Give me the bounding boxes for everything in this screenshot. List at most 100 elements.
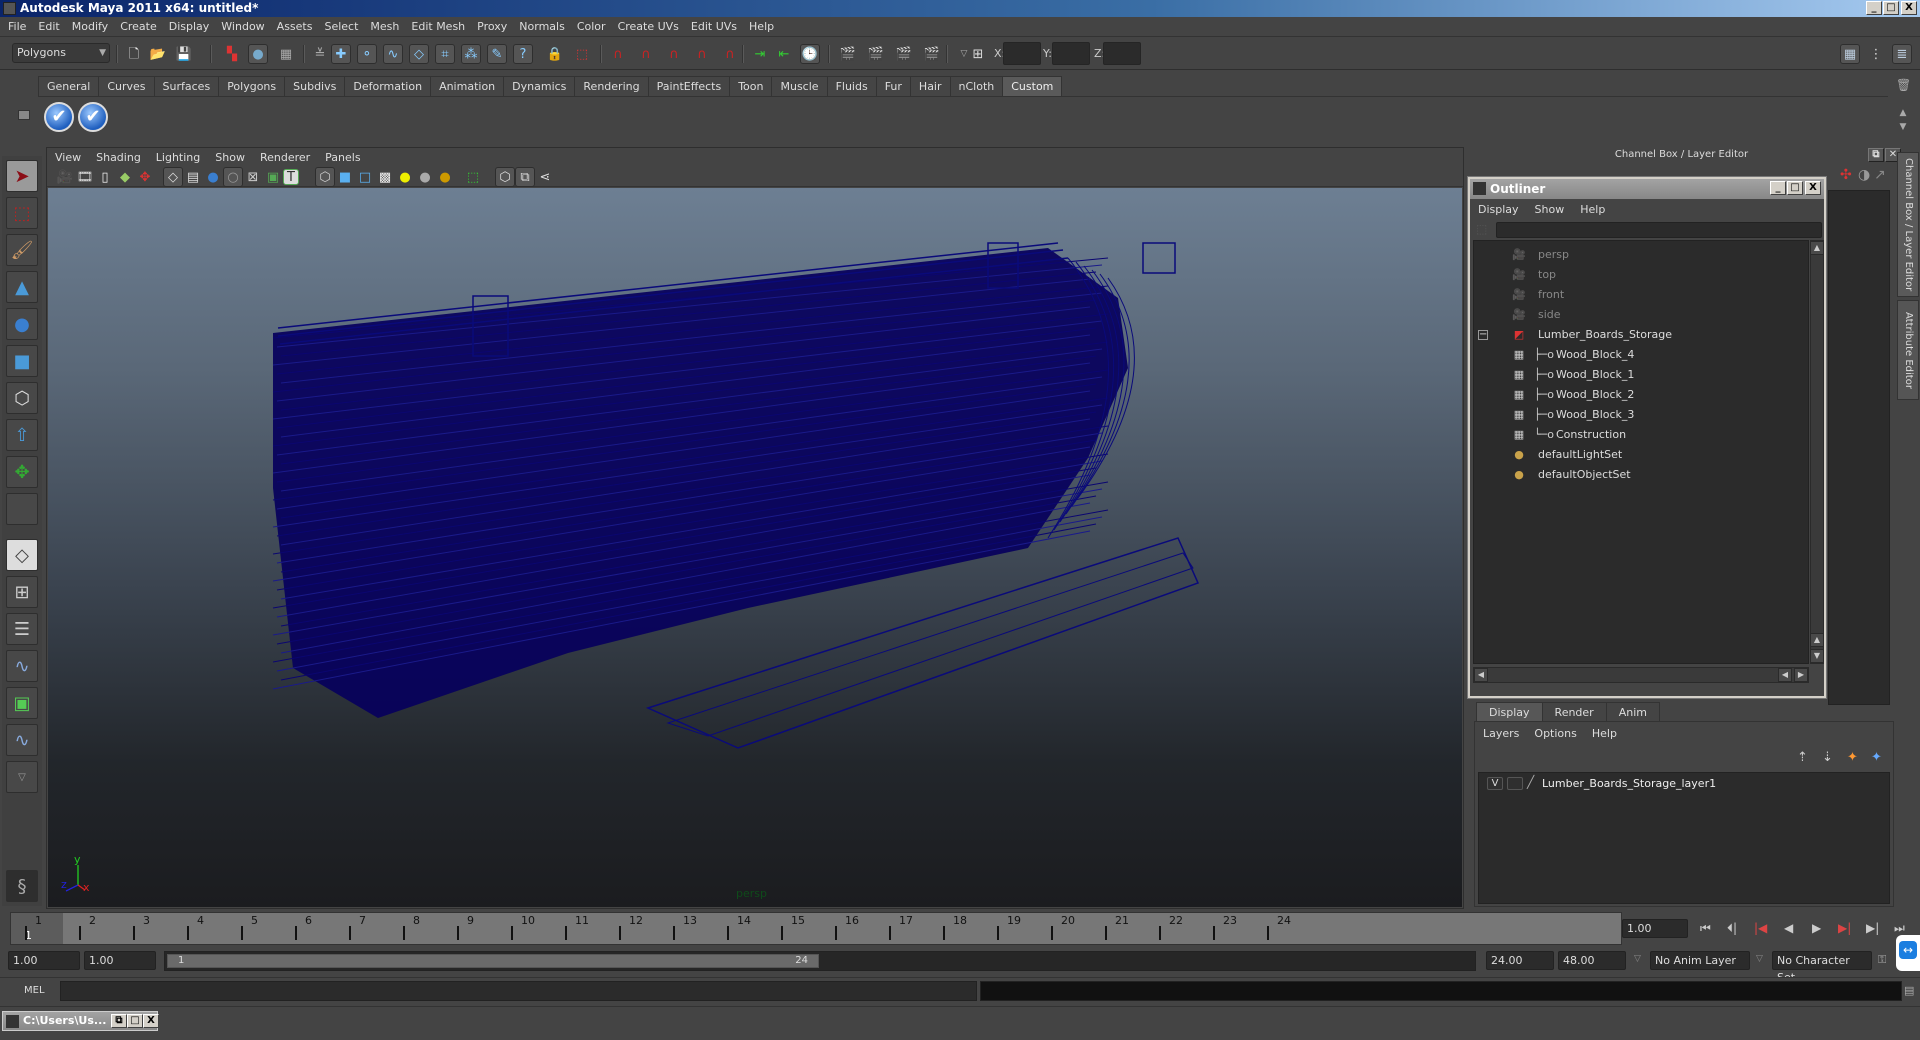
move-layer-down-icon[interactable]: ⇣: [1822, 750, 1833, 765]
y-field[interactable]: [1052, 42, 1090, 65]
output-connections-icon[interactable]: ⇤: [774, 44, 794, 64]
hypershade-persp-layout[interactable]: ▣: [6, 687, 38, 719]
shelf-scroll-down-icon[interactable]: ▼: [1893, 117, 1913, 137]
wireframe-on-shaded-icon[interactable]: □: [355, 167, 375, 187]
layer-name[interactable]: Lumber_Boards_Storage_layer1: [1542, 777, 1716, 790]
xray-icon[interactable]: ⬡: [495, 167, 515, 187]
anim-layer-field[interactable]: No Anim Layer: [1650, 951, 1750, 970]
input-output-icon[interactable]: ⇥: [750, 44, 770, 64]
trash-icon[interactable]: 🗑: [1896, 78, 1911, 94]
shelf-tab-hair[interactable]: Hair: [909, 76, 951, 96]
high-quality-icon[interactable]: ●: [435, 167, 455, 187]
show-tool-settings-icon[interactable]: ⋮: [1866, 44, 1886, 64]
scroll-up-icon[interactable]: ▲: [1810, 241, 1824, 255]
menu-set-dropdown[interactable]: Polygons ▼: [12, 43, 110, 63]
safe-title-icon[interactable]: T: [283, 169, 299, 185]
create-layer-from-selected-icon[interactable]: ✦: [1871, 750, 1882, 765]
persp-graph-hypergraph-layout[interactable]: ∿: [6, 724, 38, 756]
resolution-gate-icon[interactable]: ●: [203, 167, 223, 187]
step-back-frame-icon[interactable]: ⏴|: [1727, 921, 1737, 936]
command-input[interactable]: [60, 981, 977, 1001]
create-empty-layer-icon[interactable]: ✦: [1847, 750, 1858, 765]
tab-render[interactable]: Render: [1541, 702, 1607, 722]
snap-to-surface-icon[interactable]: ✎: [487, 44, 507, 64]
save-scene-icon[interactable]: 💾: [174, 44, 194, 64]
layer-menu-layers[interactable]: Layers: [1483, 727, 1519, 740]
magnet-point-icon[interactable]: ∩: [664, 44, 684, 64]
persp-graph-layout[interactable]: ∿: [6, 650, 38, 682]
viewport-menu-view[interactable]: View: [55, 151, 81, 164]
xray-joints-icon[interactable]: ⧉: [515, 167, 535, 187]
collapse-icon[interactable]: −: [1478, 330, 1488, 340]
outliner-menu-help[interactable]: Help: [1580, 203, 1605, 216]
outliner-horizontal-scrollbar[interactable]: ◀ ◀ ▶: [1473, 667, 1809, 683]
outliner-title-bar[interactable]: Outliner _ □ X: [1470, 179, 1824, 199]
show-manipulator-tool[interactable]: ✥: [6, 456, 38, 488]
shelf-tab-deformation[interactable]: Deformation: [344, 76, 432, 96]
shelf-tab-fluids[interactable]: Fluids: [826, 76, 877, 96]
outliner-item[interactable]: 🎥 top: [1474, 265, 1808, 285]
image-plane-icon[interactable]: ◆: [115, 167, 135, 187]
close-button[interactable]: X: [1901, 1, 1917, 15]
paint-select-tool[interactable]: 🖌: [6, 234, 38, 266]
absolute-transform-icon[interactable]: ⊞: [968, 44, 988, 64]
render-view-icon[interactable]: 🎬: [838, 44, 858, 64]
outliner-item[interactable]: ▦ ├─o Wood_Block_1: [1474, 365, 1808, 385]
snap-to-view-plane-icon[interactable]: ◇: [409, 44, 429, 64]
float-panel-icon[interactable]: ⧉: [1868, 148, 1884, 162]
rotate-tool[interactable]: ●: [6, 308, 38, 340]
shelf-tab-ncloth[interactable]: nCloth: [949, 76, 1004, 96]
isolate-select-icon[interactable]: ⬚: [463, 167, 483, 187]
construction-history-icon[interactable]: ∩: [608, 44, 628, 64]
menu-create-uvs[interactable]: Create UVs: [618, 20, 679, 33]
speed-icon[interactable]: ◑: [1858, 167, 1870, 183]
time-slider[interactable]: 1 1 2 3 4 5 6 7 8 9 10 11 12 13 14 15 16 17 18 19 20 21 22 23 2…: [10, 912, 1622, 945]
current-time-field[interactable]: 1.00: [1622, 919, 1688, 938]
outliner-menu-show[interactable]: Show: [1535, 203, 1565, 216]
select-by-hierarchy-icon[interactable]: ▚: [222, 44, 242, 64]
select-by-component-icon[interactable]: ▦: [276, 44, 296, 64]
make-live-icon[interactable]: ⌗: [435, 44, 455, 64]
select-camera-icon[interactable]: 🎥: [55, 167, 75, 187]
viewport-menu-show[interactable]: Show: [215, 151, 245, 164]
move-tool[interactable]: ▲: [6, 271, 38, 303]
perspective-view[interactable]: y z x persp: [48, 188, 1462, 907]
step-back-key-icon[interactable]: |◀: [1754, 921, 1767, 935]
menu-modify[interactable]: Modify: [72, 20, 108, 33]
auto-key-icon[interactable]: ⚿: [1878, 953, 1886, 967]
outliner-item[interactable]: 🎥 persp: [1474, 245, 1808, 265]
show-attribute-editor-icon[interactable]: ▦: [1840, 44, 1860, 64]
last-tool[interactable]: [6, 493, 38, 525]
maximize-button[interactable]: □: [127, 1014, 143, 1028]
bookmark-icon[interactable]: ▯: [95, 167, 115, 187]
range-slider[interactable]: 1 24: [164, 951, 1476, 971]
shelf-tab-subdivs[interactable]: Subdivs: [284, 76, 346, 96]
go-to-start-icon[interactable]: ⏮: [1700, 921, 1711, 936]
outliner-item[interactable]: ▦ └─o Construction: [1474, 425, 1808, 445]
textured-icon[interactable]: ▩: [375, 167, 395, 187]
menu-edit-uvs[interactable]: Edit UVs: [691, 20, 737, 33]
layer-menu-help[interactable]: Help: [1592, 727, 1617, 740]
shelf-tab-animation[interactable]: Animation: [430, 76, 505, 96]
outliner-minimize-button[interactable]: _: [1770, 181, 1786, 195]
menu-edit-mesh[interactable]: Edit Mesh: [411, 20, 465, 33]
viewport-menu-lighting[interactable]: Lighting: [156, 151, 200, 164]
minimized-window[interactable]: C:\Users\Us... ⧉ □ X: [2, 1011, 159, 1031]
layer-visibility-toggle[interactable]: V: [1487, 777, 1503, 790]
shelf-tab-dynamics[interactable]: Dynamics: [503, 76, 576, 96]
shelf-tab-custom[interactable]: Custom: [1002, 76, 1063, 96]
film-gate-icon[interactable]: ▤: [183, 167, 203, 187]
outliner-item[interactable]: ▦ ├─o Wood_Block_3: [1474, 405, 1808, 425]
four-view-layout[interactable]: ⊞: [6, 576, 38, 608]
scale-tool[interactable]: ■: [6, 345, 38, 377]
step-forward-key-icon[interactable]: ▶|: [1838, 921, 1851, 935]
manipulator-axis-icon[interactable]: ✣: [1840, 167, 1852, 183]
minimize-button[interactable]: _: [1866, 1, 1882, 15]
arrow-icon[interactable]: ↗: [1874, 167, 1886, 183]
ipr-render-icon[interactable]: 🎬: [894, 44, 914, 64]
menu-assets[interactable]: Assets: [277, 20, 313, 33]
tab-display[interactable]: Display: [1476, 702, 1543, 722]
wireframe-icon[interactable]: ⬡: [315, 167, 335, 187]
shelf-tab-muscle[interactable]: Muscle: [771, 76, 828, 96]
menu-normals[interactable]: Normals: [519, 20, 565, 33]
